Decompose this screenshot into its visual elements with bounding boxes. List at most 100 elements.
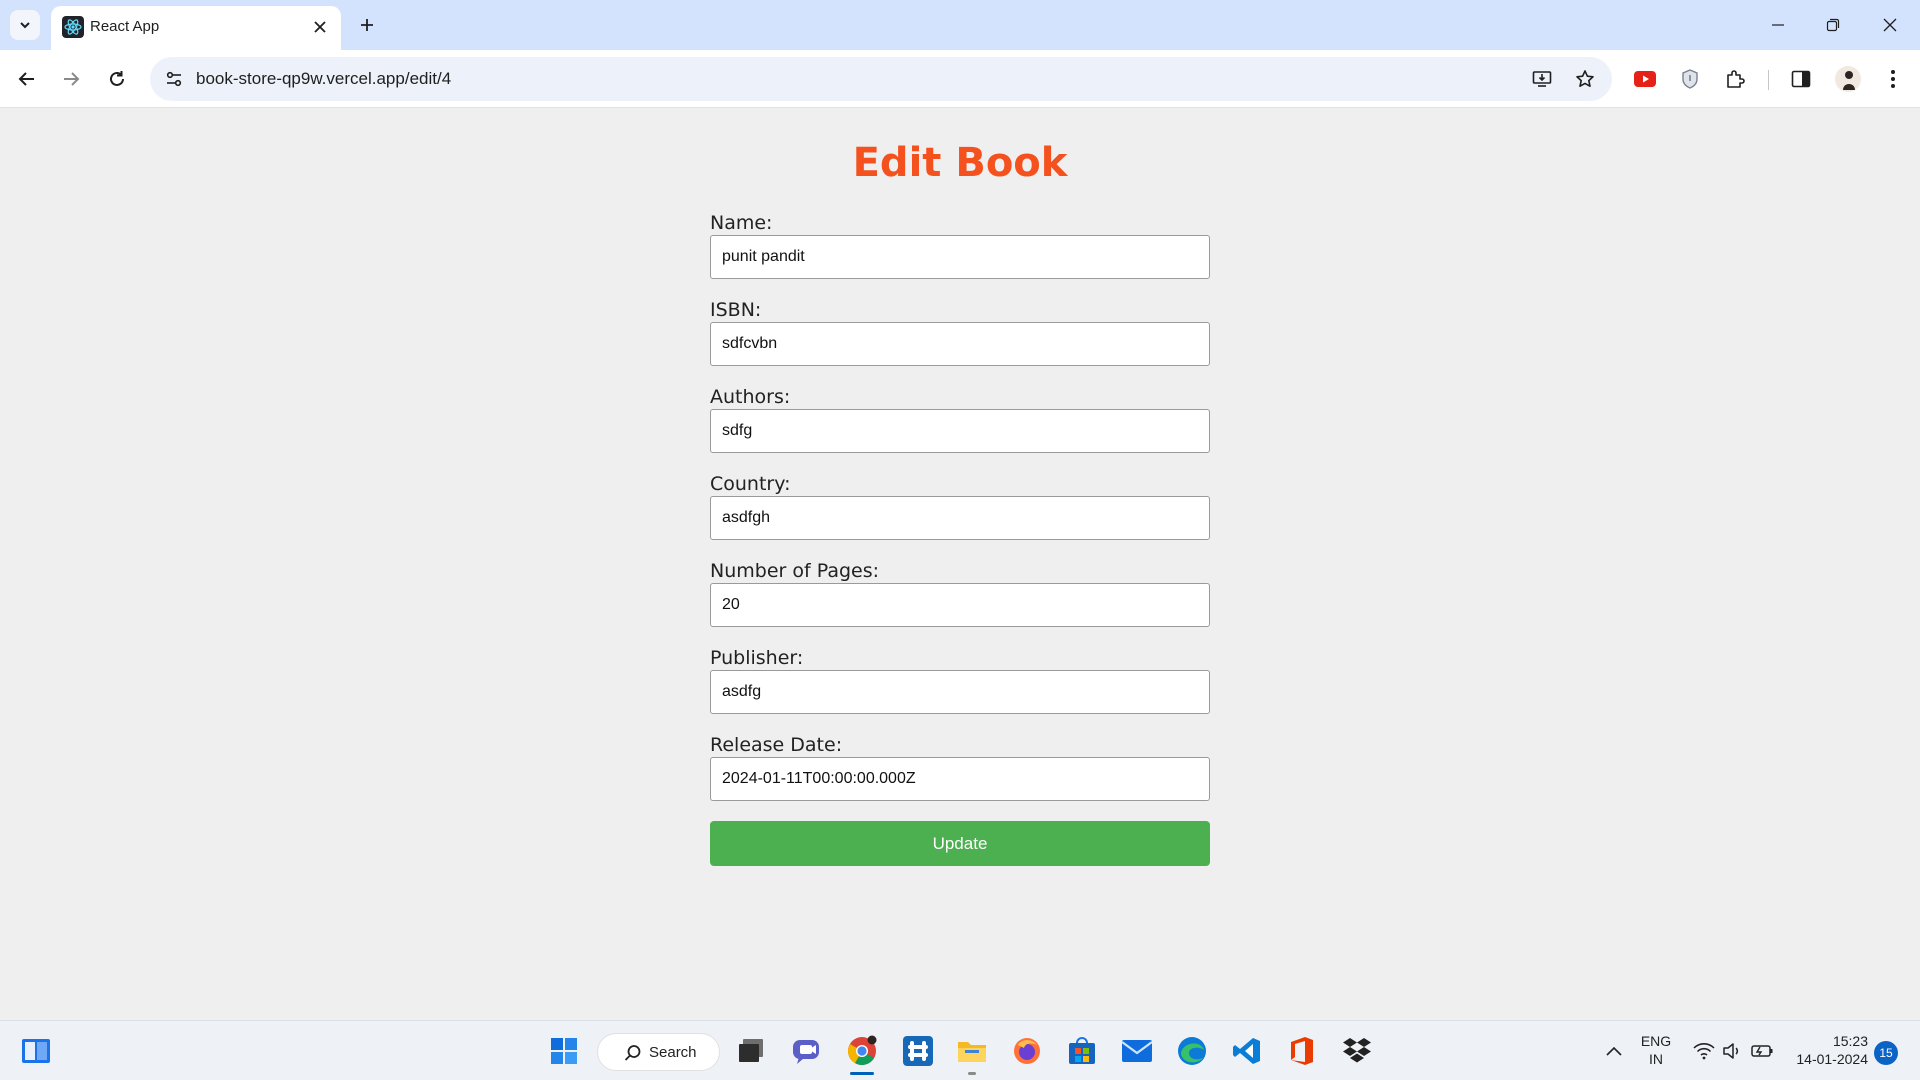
notification-badge[interactable]: 15 bbox=[1874, 1041, 1898, 1065]
extensions-button[interactable] bbox=[1718, 62, 1752, 96]
clock[interactable]: 15:23 14-01-2024 bbox=[1786, 1031, 1868, 1071]
chrome-icon bbox=[848, 1035, 877, 1065]
authors-field-group: Authors: bbox=[710, 386, 1210, 473]
address-bar[interactable]: book-store-qp9w.vercel.app/edit/4 bbox=[150, 57, 1612, 101]
bookmark-button[interactable] bbox=[1571, 65, 1599, 93]
clock-time: 15:23 bbox=[1832, 1033, 1868, 1049]
page-content: Edit Book Name: ISBN: Authors: Country: … bbox=[0, 108, 1920, 1020]
minimize-button[interactable] bbox=[1758, 8, 1798, 42]
mail-icon bbox=[1121, 1040, 1153, 1062]
shield-extension-button[interactable] bbox=[1673, 62, 1707, 96]
pages-label: Number of Pages: bbox=[710, 560, 880, 582]
close-icon bbox=[1883, 18, 1897, 32]
country-field-group: Country: bbox=[710, 473, 1210, 560]
isbn-input[interactable] bbox=[710, 322, 1210, 366]
publisher-input[interactable] bbox=[710, 670, 1210, 714]
country-label: Country: bbox=[710, 473, 791, 495]
region-code: IN bbox=[1649, 1051, 1663, 1067]
page-title: Edit Book bbox=[852, 140, 1068, 186]
tab-search-button[interactable] bbox=[10, 10, 40, 40]
battery-icon bbox=[1751, 1045, 1773, 1057]
country-input[interactable] bbox=[710, 496, 1210, 540]
search-icon bbox=[624, 1045, 641, 1061]
star-icon bbox=[1576, 70, 1594, 87]
side-panel-button[interactable] bbox=[1784, 62, 1818, 96]
dropbox-button[interactable] bbox=[1337, 1031, 1377, 1071]
menu-button[interactable] bbox=[1876, 62, 1910, 96]
arrow-left-icon bbox=[18, 72, 34, 86]
taskbar: Search ENG IN 15:23 14-01-2024 15 bbox=[0, 1020, 1920, 1080]
firefox-icon bbox=[1014, 1038, 1040, 1064]
react-logo-icon bbox=[62, 16, 84, 38]
widgets-button[interactable] bbox=[16, 1031, 56, 1071]
firefox-button[interactable] bbox=[1007, 1031, 1047, 1071]
windows-icon bbox=[551, 1038, 577, 1064]
tune-icon bbox=[166, 71, 182, 87]
restore-icon bbox=[1826, 18, 1840, 32]
slack-button[interactable] bbox=[898, 1031, 938, 1071]
restore-button[interactable] bbox=[1813, 8, 1853, 42]
authors-input[interactable] bbox=[710, 409, 1210, 453]
release-date-field-group: Release Date: bbox=[710, 734, 1210, 821]
release-date-label: Release Date: bbox=[710, 734, 843, 756]
start-button[interactable] bbox=[544, 1031, 584, 1071]
plus-icon bbox=[361, 19, 373, 31]
file-explorer-button[interactable] bbox=[952, 1031, 992, 1075]
url-text[interactable]: book-store-qp9w.vercel.app/edit/4 bbox=[196, 69, 451, 89]
active-app-indicator bbox=[850, 1072, 874, 1075]
task-view-icon bbox=[739, 1039, 763, 1062]
task-view-button[interactable] bbox=[731, 1031, 771, 1071]
forward-button[interactable] bbox=[54, 62, 88, 96]
avatar bbox=[1835, 66, 1861, 92]
profile-button[interactable] bbox=[1831, 62, 1865, 96]
new-tab-button[interactable] bbox=[352, 10, 382, 40]
open-app-indicator bbox=[968, 1072, 976, 1075]
edge-button[interactable] bbox=[1172, 1031, 1212, 1071]
slack-icon bbox=[903, 1036, 933, 1066]
youtube-extension-button[interactable] bbox=[1628, 62, 1662, 96]
name-field-group: Name: bbox=[710, 212, 1210, 299]
store-icon bbox=[1069, 1037, 1095, 1064]
language-code: ENG bbox=[1640, 1033, 1672, 1049]
close-icon bbox=[314, 21, 326, 33]
battery-button[interactable] bbox=[1742, 1031, 1782, 1071]
office-icon bbox=[1291, 1037, 1313, 1065]
reload-icon bbox=[110, 71, 124, 86]
publisher-field-group: Publisher: bbox=[710, 647, 1210, 734]
show-hidden-icons-button[interactable] bbox=[1594, 1031, 1634, 1071]
back-button[interactable] bbox=[10, 62, 44, 96]
tab-title: React App bbox=[90, 18, 160, 35]
office-button[interactable] bbox=[1282, 1031, 1322, 1071]
widgets-icon bbox=[22, 1039, 50, 1063]
search-label: Search bbox=[649, 1044, 697, 1061]
pages-input[interactable] bbox=[710, 583, 1210, 627]
language-indicator[interactable]: ENG IN bbox=[1636, 1031, 1676, 1071]
chrome-taskbar-button[interactable] bbox=[842, 1031, 882, 1075]
publisher-label: Publisher: bbox=[710, 647, 804, 669]
pages-field-group: Number of Pages: bbox=[710, 560, 1210, 647]
reload-button[interactable] bbox=[100, 62, 134, 96]
mail-button[interactable] bbox=[1117, 1031, 1157, 1071]
edge-icon bbox=[1178, 1037, 1206, 1065]
store-button[interactable] bbox=[1062, 1031, 1102, 1071]
teams-button[interactable] bbox=[786, 1031, 826, 1071]
puzzle-icon bbox=[1727, 70, 1745, 88]
browser-toolbar: book-store-qp9w.vercel.app/edit/4 bbox=[0, 50, 1920, 108]
arrow-right-icon bbox=[64, 72, 80, 86]
shield-icon bbox=[1682, 69, 1698, 89]
vscode-button[interactable] bbox=[1227, 1031, 1267, 1071]
folder-icon bbox=[958, 1042, 986, 1062]
toolbar-divider bbox=[1768, 70, 1769, 90]
update-button[interactable]: Update bbox=[710, 821, 1210, 866]
browser-tab-active[interactable]: React App bbox=[51, 6, 341, 50]
taskbar-search[interactable]: Search bbox=[597, 1033, 720, 1071]
site-info-button[interactable] bbox=[160, 65, 188, 93]
name-input[interactable] bbox=[710, 235, 1210, 279]
side-panel-icon bbox=[1791, 70, 1811, 88]
close-window-button[interactable] bbox=[1870, 8, 1910, 42]
tab-close-button[interactable] bbox=[307, 14, 333, 40]
teams-chat-icon bbox=[793, 1040, 819, 1064]
install-app-button[interactable] bbox=[1528, 65, 1556, 93]
release-date-input[interactable] bbox=[710, 757, 1210, 801]
dropbox-icon bbox=[1343, 1038, 1371, 1063]
